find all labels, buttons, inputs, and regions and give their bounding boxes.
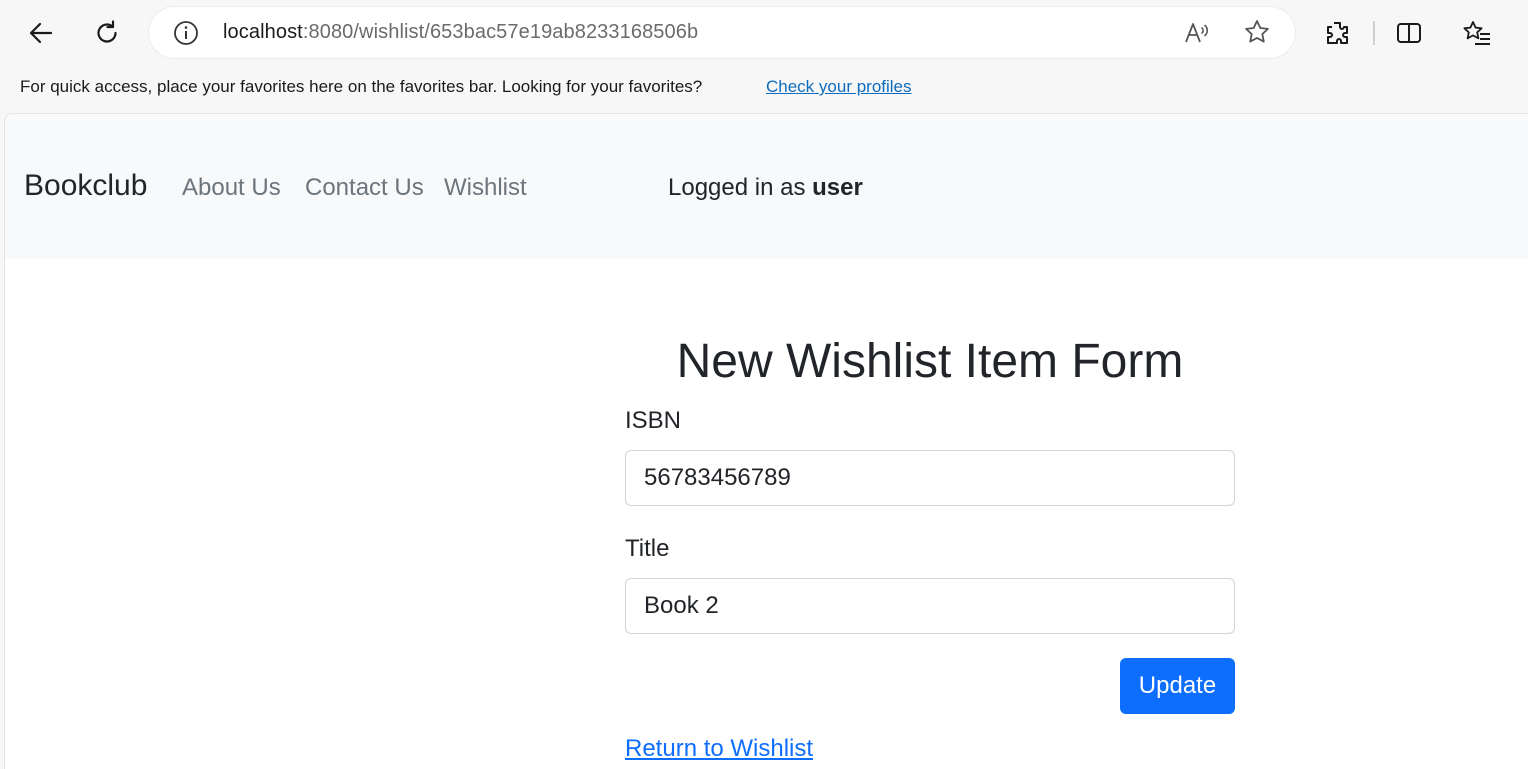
favorites-bar-message: For quick access, place your favorites h… [20,77,703,96]
nav-link-wishlist[interactable]: Wishlist [444,174,527,202]
split-screen-icon[interactable] [1387,11,1431,55]
back-arrow-icon[interactable] [19,11,63,55]
toolbar-separator [1373,21,1375,45]
info-icon[interactable] [173,20,199,46]
brand-link[interactable]: Bookclub [24,169,147,203]
update-button[interactable]: Update [1120,658,1235,714]
favorite-star-icon[interactable] [1243,18,1271,46]
refresh-icon[interactable] [85,11,129,55]
isbn-input[interactable] [625,450,1235,506]
return-to-wishlist-link[interactable]: Return to Wishlist [625,735,813,763]
nav-link-about-us[interactable]: About Us [182,174,281,202]
favorites-bar: For quick access, place your favorites h… [0,66,1528,112]
favorites-icon[interactable] [1455,11,1499,55]
page-viewport: Bookclub About Us Contact Us Wishlist Lo… [4,113,1528,769]
nav-link-contact-us[interactable]: Contact Us [305,174,424,202]
extensions-icon[interactable] [1315,11,1359,55]
site-navbar: Bookclub About Us Contact Us Wishlist Lo… [5,114,1528,259]
logged-in-status: Logged in as user [668,174,863,201]
check-profiles-link[interactable]: Check your profiles [766,77,912,97]
username: user [812,174,863,201]
read-aloud-icon[interactable] [1183,19,1211,47]
url-text[interactable]: localhost:8080/wishlist/653bac57e19ab823… [223,21,698,44]
address-bar[interactable]: localhost:8080/wishlist/653bac57e19ab823… [149,7,1295,58]
title-input[interactable] [625,578,1235,634]
isbn-label: ISBN [625,407,682,434]
title-label: Title [625,535,670,562]
browser-toolbar: localhost:8080/wishlist/653bac57e19ab823… [0,0,1528,66]
page-title: New Wishlist Item Form [676,335,1184,388]
